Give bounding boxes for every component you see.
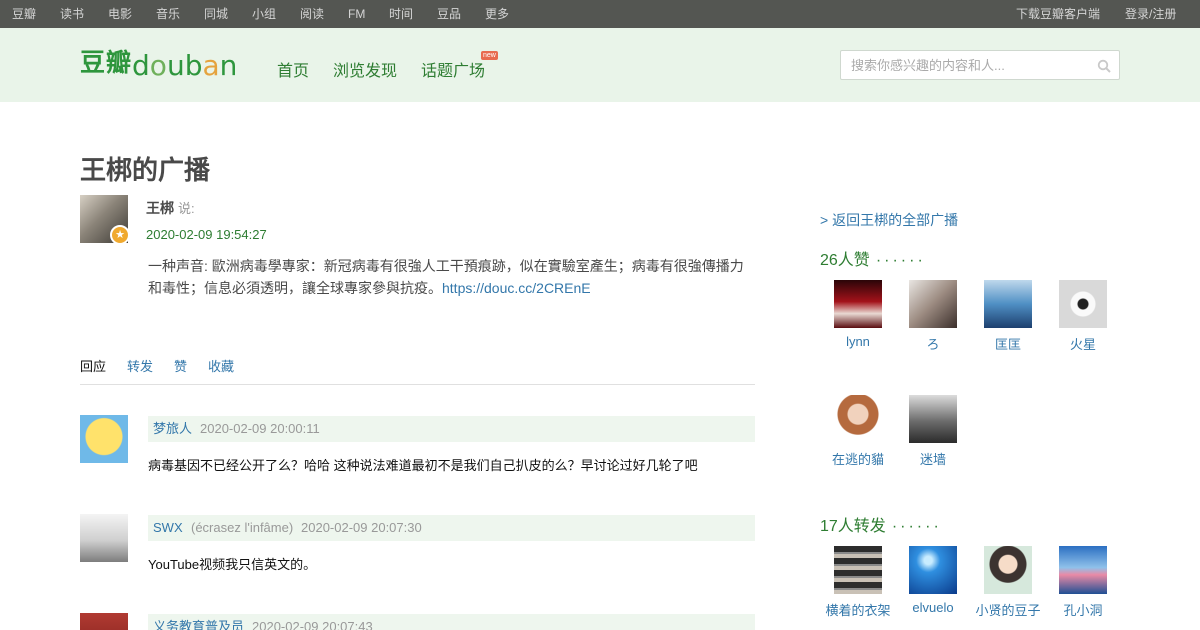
global-nav-local[interactable]: 同城 [204, 0, 228, 28]
comment-header: 梦旅人 2020-02-09 20:00:11 [148, 416, 755, 442]
status-author-name[interactable]: 王梆 [146, 200, 174, 216]
download-app-link[interactable]: 下载豆瓣客户端 [1016, 0, 1100, 28]
comment-avatar[interactable] [80, 415, 128, 463]
user-name[interactable]: 火星 [1043, 334, 1123, 353]
logo-en-text: douban [132, 49, 238, 82]
reshare-user[interactable]: 横着的衣架 [818, 546, 898, 619]
status-tabs: 回应 转发 赞 收藏 [80, 358, 755, 385]
like-user[interactable]: ろ [893, 280, 973, 353]
search-icon[interactable] [1097, 59, 1111, 73]
user-name[interactable]: lynn [818, 334, 898, 349]
login-register-link[interactable]: 登录/注册 [1125, 0, 1176, 28]
global-nav-bar: 豆瓣 读书 电影 音乐 同城 小组 阅读 FM 时间 豆品 更多 下载豆瓣客户端… [0, 0, 1200, 28]
global-nav-books[interactable]: 读书 [60, 0, 84, 28]
likes-title[interactable]: 26人赞 [820, 252, 870, 269]
new-badge: new [481, 51, 498, 60]
global-nav-groups[interactable]: 小组 [252, 0, 276, 28]
global-nav-time[interactable]: 时间 [389, 0, 413, 28]
user-name[interactable]: 孔小洞 [1043, 600, 1123, 619]
global-nav-fm[interactable]: FM [348, 0, 365, 28]
user-avatar[interactable] [1059, 280, 1107, 328]
like-user[interactable]: 在逃的貓 [818, 395, 898, 468]
status-content: 一种声音: 歐洲病毒學專家：新冠病毒有很強人工干預痕跡，似在實驗室產生；病毒有很… [148, 255, 754, 299]
user-name[interactable]: 迷墙 [893, 449, 973, 468]
user-avatar[interactable] [984, 546, 1032, 594]
like-user[interactable]: 迷墙 [893, 395, 973, 468]
like-user[interactable]: 火星 [1043, 280, 1123, 353]
comment-header: SWX (écrasez l'infâme) 2020-02-09 20:07:… [148, 515, 755, 541]
user-avatar[interactable] [834, 280, 882, 328]
status-author-avatar[interactable]: ★ [80, 195, 128, 243]
reshares-heading: 17人转发 ······ [820, 512, 942, 536]
likes-more[interactable]: ······ [876, 252, 926, 269]
likes-heading: 26人赞 ······ [820, 246, 926, 270]
user-avatar[interactable] [834, 395, 882, 443]
nav-topics[interactable]: 话题广场 [421, 57, 485, 81]
tab-collections[interactable]: 收藏 [208, 358, 234, 376]
tab-likes[interactable]: 赞 [174, 358, 187, 376]
reshare-user[interactable]: 孔小洞 [1043, 546, 1123, 619]
user-name[interactable]: 小贤的豆子 [968, 600, 1048, 619]
comment-time: 2020-02-09 20:00:11 [200, 421, 320, 436]
reshares-more[interactable]: ······ [892, 518, 942, 535]
user-avatar[interactable] [1059, 546, 1107, 594]
global-nav-market[interactable]: 豆品 [437, 0, 461, 28]
tab-replies[interactable]: 回应 [80, 358, 106, 376]
comment-time: 2020-02-09 20:07:30 [301, 520, 422, 535]
global-nav-more[interactable]: 更多 [485, 0, 509, 28]
status-said-label: 说: [178, 201, 195, 216]
status-timestamp[interactable]: 2020-02-09 19:54:27 [146, 227, 267, 242]
user-name[interactable]: elvuelo [893, 600, 973, 615]
status-link[interactable]: https://douc.cc/2CREnE [442, 280, 591, 296]
comment-time: 2020-02-09 20:07:43 [252, 619, 373, 630]
tab-reshares[interactable]: 转发 [127, 358, 153, 376]
like-user[interactable]: lynn [818, 280, 898, 349]
douban-logo[interactable]: 豆瓣douban [80, 46, 237, 86]
reshare-user[interactable]: elvuelo [893, 546, 973, 615]
user-name[interactable]: 匡匡 [968, 334, 1048, 353]
nav-home[interactable]: 首页 [277, 57, 309, 81]
like-user[interactable]: 匡匡 [968, 280, 1048, 353]
search-placeholder: 搜索你感兴趣的内容和人... [851, 58, 1005, 73]
comment-author[interactable]: SWX [153, 515, 183, 541]
comment-avatar[interactable] [80, 514, 128, 562]
user-name[interactable]: ろ [893, 334, 973, 353]
user-name[interactable]: 横着的衣架 [818, 600, 898, 619]
comment-header: 义务教育普及员 2020-02-09 20:07:43 [148, 614, 755, 630]
global-nav-music[interactable]: 音乐 [156, 0, 180, 28]
reshares-title[interactable]: 17人转发 [820, 518, 886, 535]
comment-avatar[interactable] [80, 613, 128, 630]
logo-cn-text: 豆瓣 [80, 49, 133, 77]
star-badge-icon: ★ [110, 225, 128, 243]
status-author: 王梆 说: [146, 198, 195, 218]
comment-text: YouTube视频我只信英文的。 [148, 557, 317, 572]
comment-author[interactable]: 梦旅人 [153, 416, 192, 442]
site-header: 豆瓣douban 首页 浏览发现 话题广场 new 搜索你感兴趣的内容和人... [0, 28, 1200, 102]
global-nav-douban[interactable]: 豆瓣 [12, 0, 36, 28]
global-nav-read[interactable]: 阅读 [300, 0, 324, 28]
user-avatar[interactable] [909, 395, 957, 443]
back-to-all-statuses-link[interactable]: > 返回王梆的全部广播 [820, 210, 958, 230]
search-input[interactable]: 搜索你感兴趣的内容和人... [840, 50, 1120, 80]
user-avatar[interactable] [984, 280, 1032, 328]
reshare-user[interactable]: 小贤的豆子 [968, 546, 1048, 619]
user-avatar[interactable] [909, 546, 957, 594]
user-avatar[interactable] [834, 546, 882, 594]
user-name[interactable]: 在逃的貓 [818, 449, 898, 468]
user-avatar[interactable] [909, 280, 957, 328]
comment-text: 病毒基因不已经公开了么？哈哈 这种说法难道最初不是我们自己扒皮的么？早讨论过好几… [148, 458, 698, 473]
comment-author[interactable]: 义务教育普及员 [153, 614, 244, 630]
page-title: 王梆的广播 [80, 155, 211, 185]
global-nav-movies[interactable]: 电影 [108, 0, 132, 28]
comment-author-extra: (écrasez l'infâme) [191, 520, 294, 535]
nav-explore[interactable]: 浏览发现 [333, 57, 397, 81]
